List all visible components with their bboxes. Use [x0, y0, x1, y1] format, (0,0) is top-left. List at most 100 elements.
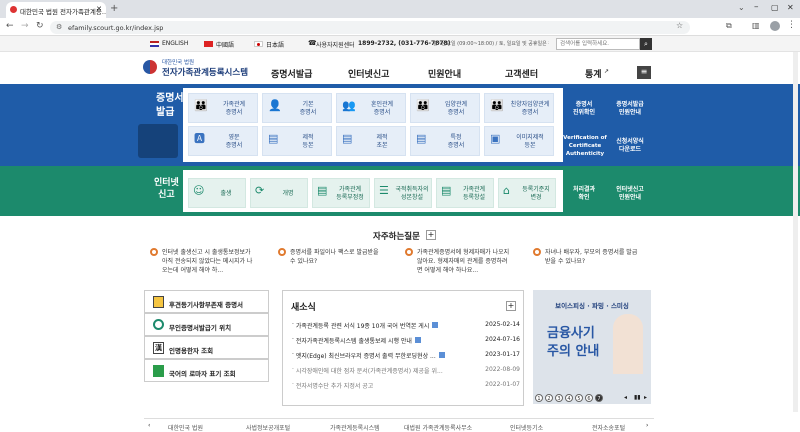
report-card-label: 개명	[282, 190, 294, 197]
new-tab-icon[interactable]: +	[110, 3, 118, 14]
footer-link[interactable]: 가족관계등록시스템	[330, 423, 380, 432]
bookmark-star-icon[interactable]: ☆	[676, 21, 683, 30]
scrollbar[interactable]	[793, 52, 798, 412]
nav-issue[interactable]: 증명서발급	[271, 67, 312, 80]
report-card-0[interactable]: ☺ 출생	[188, 178, 246, 208]
faq-item[interactable]: 증명서를 파일이나 팩스로 발급받을 수 있나요?	[290, 248, 420, 266]
quick-menu-item[interactable]: 후견등기사항부존재 증명서	[144, 290, 269, 313]
minimize-icon[interactable]: –	[754, 2, 759, 12]
news-more-icon[interactable]: +	[506, 301, 516, 311]
footer-link[interactable]: 대한민국 법원	[168, 423, 203, 432]
news-row[interactable]: · 시각장애인에 대한 점자 문서(가족관계증명서) 제공을 위... 2022-…	[292, 366, 520, 375]
quick-menu-item[interactable]: 무인증명서발급기 위치	[144, 313, 269, 336]
lang-japanese[interactable]: 日本語	[266, 40, 284, 49]
form-download-link[interactable]: 신청서양식 다운로드	[608, 138, 652, 154]
back-icon[interactable]: ←	[6, 21, 14, 31]
footer-link[interactable]: 대법원 가족관계등록사무소	[404, 423, 472, 432]
extensions-icon[interactable]: ⧉	[726, 21, 732, 31]
quick-menu-item[interactable]: 국어의 로마자 표기 조회	[144, 359, 269, 382]
pager-dot[interactable]: 1	[535, 394, 543, 402]
footer-link[interactable]: 인터넷등기소	[510, 423, 543, 432]
faq-item[interactable]: 자녀나 배우자, 부모의 증명서를 발급 받을 수 있나요?	[545, 248, 675, 266]
issue-card-3[interactable]: 👪 입양관계 증명서	[410, 93, 480, 123]
tab-search-icon[interactable]: ⌄	[738, 3, 745, 12]
report-card-1[interactable]: ⟳ 개명	[250, 178, 308, 208]
issue-card-6[interactable]: ▤ 제적 등본	[262, 126, 332, 156]
faq-title[interactable]: 자주하는질문	[373, 230, 420, 242]
quick-menu-label: 후견등기사항부존재 증명서	[169, 301, 244, 309]
new-badge-icon	[432, 321, 439, 328]
report-card-label: 국적취득자의 성본창설	[395, 186, 429, 201]
close-window-icon[interactable]: ✕	[787, 3, 794, 12]
hamburger-menu-icon[interactable]: ≡	[637, 66, 651, 79]
report-card-label: 등록기준지 변경	[522, 186, 550, 201]
site-info-icon[interactable]: ⚙	[56, 23, 62, 31]
news-row[interactable]: · 가족관계등록 관련 서식 19종 10개 국어 번역본 게시 2025-02-…	[292, 321, 520, 330]
pager-pause-icon[interactable]: ▮▮	[634, 394, 641, 401]
reload-icon[interactable]: ↻	[36, 21, 44, 31]
footer-link[interactable]: 사법정보공개포털	[246, 423, 290, 432]
faq-more-icon[interactable]: +	[426, 230, 436, 240]
issue-card-4[interactable]: 👪 친양자입양관계 증명서	[484, 93, 554, 123]
faq-item[interactable]: 인터넷 출생신고 시 출생통보정보가 아직 전송되지 않았다는 메시지가 나 오…	[162, 248, 292, 275]
news-row[interactable]: · 엣지(Edge) 최신브라우저 증명서 출력 무한로딩현상 ... 2023-…	[292, 351, 520, 360]
browser-menu-icon[interactable]: ⋮	[787, 20, 796, 30]
hanja-icon: 漢	[153, 342, 164, 354]
pager-dot[interactable]: 7	[595, 394, 603, 402]
nav-guide[interactable]: 민원안내	[428, 67, 461, 80]
nav-report[interactable]: 인터넷신고	[348, 67, 389, 80]
profile-avatar[interactable]	[770, 21, 780, 31]
forward-icon[interactable]: →	[21, 21, 29, 31]
lang-english[interactable]: ENGLISH	[162, 40, 188, 47]
footer-link[interactable]: 전자소송포털	[592, 423, 625, 432]
browser-tab[interactable]: 대한민국 법원 전자가족관계등... ✕	[6, 2, 106, 18]
banner-headline2: 주의 안내	[547, 344, 600, 359]
quick-menu-item[interactable]: 漢 인명용한자 조회	[144, 336, 269, 359]
footer-next-icon[interactable]: ›	[646, 422, 648, 429]
issue-guide-link[interactable]: 증명서발급 민원안내	[608, 101, 652, 117]
report-card-5[interactable]: ⌂ 등록기준지 변경	[498, 178, 556, 208]
banner-top-text: 보이스피싱 · 파밍 · 스미싱	[555, 302, 629, 310]
news-item-title: 가족관계등록 관련 서식 19종 10개 국어 번역본 게시	[295, 323, 430, 330]
issue-card-0[interactable]: 👪 가족관계 증명서	[188, 93, 258, 123]
news-row[interactable]: · 전자가족관계등록시스템 출생통보제 시행 안내 2024-07-16	[292, 336, 520, 345]
court-logo-icon[interactable]	[143, 60, 157, 74]
issue-card-7[interactable]: ▤ 제적 초본	[336, 126, 406, 156]
pager-prev-icon[interactable]: ◂	[624, 394, 627, 401]
news-row[interactable]: · 전자서명수단 추가 지정서 공고 2022-01-07	[292, 381, 520, 390]
issue-card-9[interactable]: ▣ 이미지제적 등본	[484, 126, 554, 156]
report-card-4[interactable]: ▤ 가족관계 등록창설	[436, 178, 494, 208]
close-tab-icon[interactable]: ✕	[96, 5, 102, 13]
report-card-3[interactable]: ☰ 국적취득자의 성본창설	[374, 178, 432, 208]
issue-title: 증명서 발급	[156, 93, 184, 118]
pager-next-icon[interactable]: ▸	[644, 394, 647, 401]
search-icon[interactable]: ⌕	[640, 38, 652, 50]
logo-title[interactable]: 전자가족관계등록시스템	[162, 66, 248, 78]
address-bar[interactable]: ⚙ efamily.scourt.go.kr/index.jsp	[50, 21, 690, 34]
issue-card-8[interactable]: ▤ 특정 증명서	[410, 126, 480, 156]
nav-stats[interactable]: 통계	[585, 67, 602, 80]
search-input[interactable]	[556, 38, 640, 50]
news-item-date: 2025-02-14	[485, 321, 520, 328]
report-guide-link[interactable]: 인터넷신고 민원안내	[608, 186, 652, 202]
pager-dot[interactable]: 5	[575, 394, 583, 402]
footer-prev-icon[interactable]: ‹	[148, 422, 150, 429]
verification-english-link[interactable]: Verification of Certificate Authenticity	[563, 134, 607, 158]
report-card-2[interactable]: ▤ 가족관계 등록부정정	[312, 178, 370, 208]
pager-dot[interactable]: 6	[585, 394, 593, 402]
pager-dot[interactable]: 3	[555, 394, 563, 402]
maximize-icon[interactable]: ▢	[771, 3, 779, 12]
nav-support[interactable]: 고객센터	[505, 67, 538, 80]
sidepanel-icon[interactable]: ▥	[752, 21, 760, 30]
faq-item[interactable]: 가족관계증명서에 형제자매가 나오지 않아요. 형제자매의 관계를 증명하려 면…	[417, 248, 547, 275]
pager-dot[interactable]: 2	[545, 394, 553, 402]
issue-card-5[interactable]: 🅰 영문 증명서	[188, 126, 258, 156]
pager-dot[interactable]: 4	[565, 394, 573, 402]
fraud-banner[interactable]: 보이스피싱 · 파밍 · 스미싱 금융사기 주의 안내	[533, 290, 651, 404]
issue-card-1[interactable]: 👤 기본 증명서	[262, 93, 332, 123]
lang-chinese[interactable]: 中國語	[216, 40, 234, 49]
issue-card-2[interactable]: 👥 혼인관계 증명서	[336, 93, 406, 123]
result-check-link[interactable]: 처리결과 확인	[565, 186, 603, 202]
issue-card-label: 혼인관계 증명서	[370, 101, 394, 116]
verify-link[interactable]: 증명서 진위확인	[565, 101, 603, 117]
